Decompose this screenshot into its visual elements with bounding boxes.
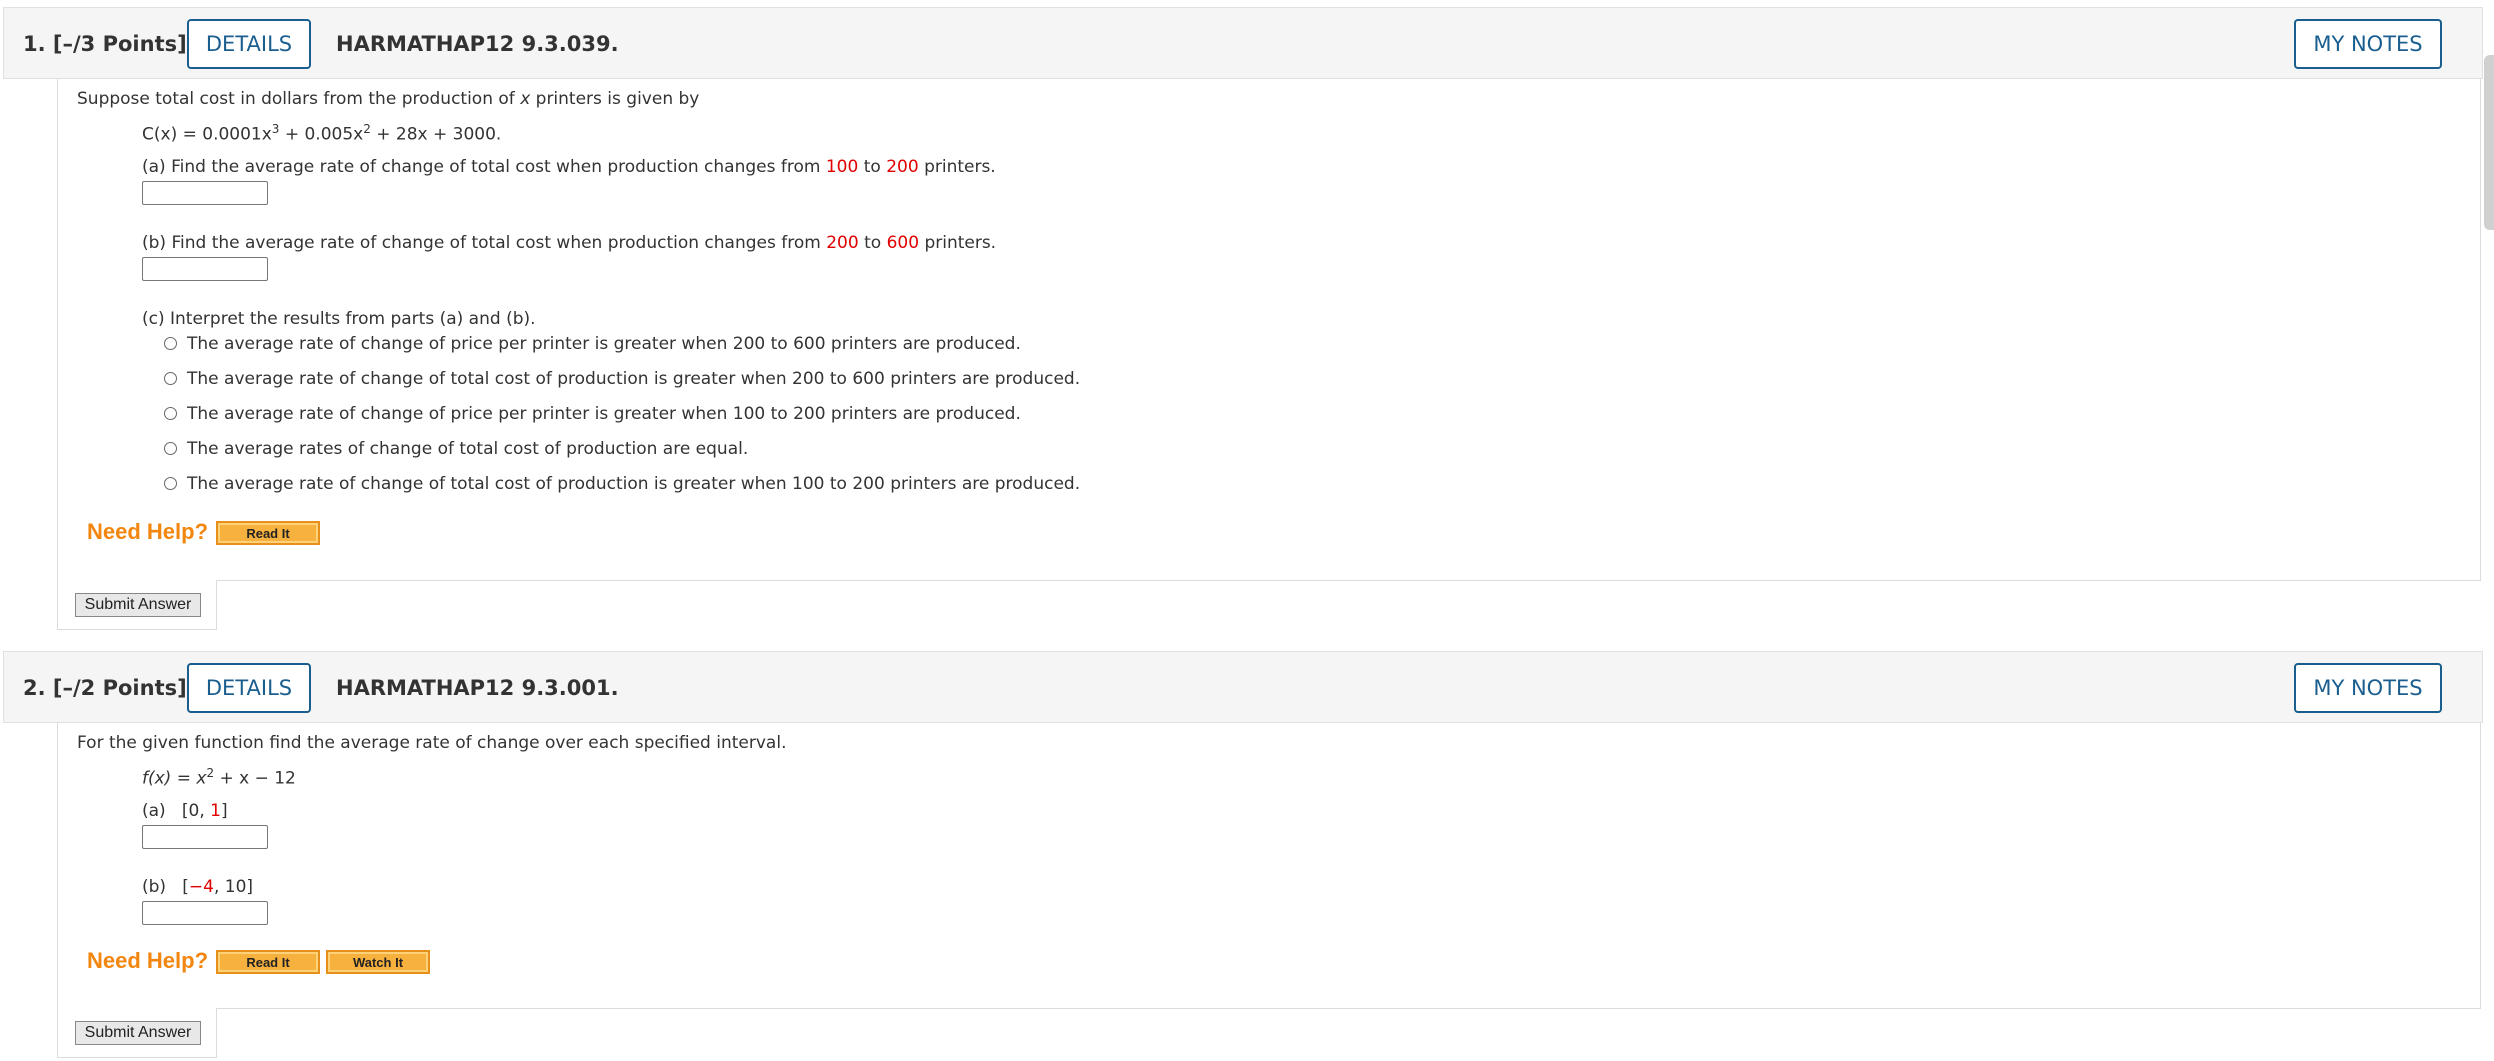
question-1-need-help-label: Need Help?	[87, 519, 209, 544]
question-1-read-it-button[interactable]: Read It	[216, 521, 320, 545]
question-2-intro: For the given function find the average …	[77, 733, 787, 753]
question-1-part-b-prompt: (b) Find the average rate of change of t…	[142, 233, 997, 253]
question-2-header: 2. [–/2 Points] DETAILS HARMATHAP12 9.3.…	[3, 651, 2483, 723]
question-2-read-it-button[interactable]: Read It	[216, 950, 320, 974]
question-1-submit-area: Submit Answer	[57, 580, 217, 630]
side-scroll-tab[interactable]	[2484, 55, 2494, 230]
question-2-points: [–/2 Points]	[52, 676, 187, 700]
question-2-my-notes-button[interactable]: MY NOTES	[2294, 663, 2442, 713]
option-2-radio[interactable]	[164, 372, 177, 385]
question-1-code: HARMATHAP12 9.3.039.	[336, 32, 619, 56]
option-3-radio[interactable]	[164, 407, 177, 420]
question-1-intro: Suppose total cost in dollars from the p…	[77, 89, 700, 109]
option-5-label[interactable]: The average rate of change of total cost…	[187, 474, 1080, 494]
option-3-label[interactable]: The average rate of change of price per …	[187, 404, 1021, 424]
question-1-part-c-prompt: (c) Interpret the results from parts (a)…	[142, 309, 536, 329]
question-1-header: 1. [–/3 Points] DETAILS HARMATHAP12 9.3.…	[3, 7, 2483, 79]
question-1-details-button[interactable]: DETAILS	[187, 19, 311, 69]
option-4-radio[interactable]	[164, 442, 177, 455]
question-2-submit-area: Submit Answer	[57, 1008, 217, 1058]
question-2-part-b-prompt: (b) [−4, 10]	[142, 877, 254, 897]
question-2-part-a-answer-input[interactable]	[142, 825, 268, 849]
option-1-radio[interactable]	[164, 337, 177, 350]
question-2-need-help-label: Need Help?	[87, 948, 209, 973]
option-5-radio[interactable]	[164, 477, 177, 490]
option-1-label[interactable]: The average rate of change of price per …	[187, 334, 1021, 354]
question-1-body: Suppose total cost in dollars from the p…	[57, 79, 2481, 581]
question-1-number: 1. [–/3 Points]	[23, 32, 187, 56]
question-1-part-b-answer-input[interactable]	[142, 257, 268, 281]
question-1-formula: C(x) = 0.0001x3 + 0.005x2 + 28x + 3000.	[142, 122, 502, 145]
question-1-submit-button[interactable]: Submit Answer	[75, 593, 201, 617]
question-2-number: 2. [–/2 Points]	[23, 676, 187, 700]
option-4-label[interactable]: The average rates of change of total cos…	[187, 439, 748, 459]
question-1-part-a-answer-input[interactable]	[142, 181, 268, 205]
question-1-points: [–/3 Points]	[52, 32, 187, 56]
question-2-watch-it-button[interactable]: Watch It	[326, 950, 430, 974]
question-2-body: For the given function find the average …	[57, 723, 2481, 1009]
question-2-part-a-prompt: (a) [0, 1]	[142, 801, 228, 821]
question-1-part-a-prompt: (a) Find the average rate of change of t…	[142, 157, 996, 177]
question-1-my-notes-button[interactable]: MY NOTES	[2294, 19, 2442, 69]
question-2-formula: f(x) = x2 + x − 12	[142, 766, 296, 789]
option-2-label[interactable]: The average rate of change of total cost…	[187, 369, 1080, 389]
question-2-part-b-answer-input[interactable]	[142, 901, 268, 925]
question-2-code: HARMATHAP12 9.3.001.	[336, 676, 619, 700]
question-2-submit-button[interactable]: Submit Answer	[75, 1021, 201, 1045]
question-2-details-button[interactable]: DETAILS	[187, 663, 311, 713]
